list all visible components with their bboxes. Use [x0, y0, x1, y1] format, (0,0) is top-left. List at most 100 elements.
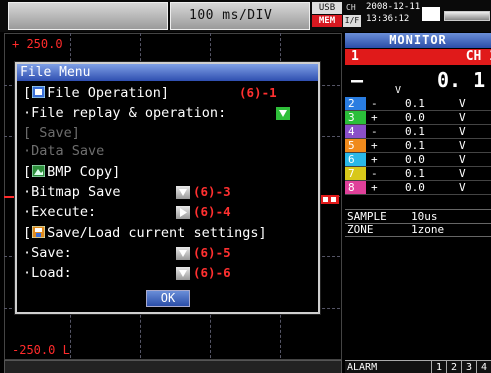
execute-ref: (6)-4: [193, 204, 231, 219]
settings-save-dropdown-icon[interactable]: [176, 247, 190, 260]
file-replay-label: ·File replay & operation:: [23, 105, 227, 121]
channel-number: 7: [345, 167, 366, 180]
channel-unit: V: [459, 111, 466, 124]
bmp-copy-icon: [32, 165, 46, 177]
channel-number: 5: [345, 139, 366, 152]
channel-value: 0.0: [405, 181, 425, 194]
date-display: 2008-12-11: [366, 2, 421, 12]
channel-unit: V: [459, 139, 466, 152]
channel-row[interactable]: 8 + 0.0 V: [345, 181, 491, 195]
settings-load-dropdown-icon[interactable]: [176, 267, 190, 280]
file-menu-dialog: File Menu [File Operation] (6)-1 ·File r…: [14, 61, 321, 315]
alarm-cell: 3: [461, 361, 476, 373]
time-display: 13:36:12: [366, 14, 410, 24]
file-menu-title: File Menu: [17, 64, 318, 81]
channel-unit: V: [459, 181, 466, 194]
monitor-title: MONITOR: [345, 33, 491, 48]
channel-value: 0.1: [405, 139, 425, 152]
channel-number: 8: [345, 181, 366, 194]
ch-badge: CH: [346, 3, 356, 12]
channel-sign: +: [371, 181, 378, 194]
channel-1-value: 0. 1: [437, 68, 486, 92]
monitor-panel: MONITOR 1 CH 1 — 0. 1 V 2 - 0.1 V 3 + 0.…: [345, 33, 491, 359]
file-operation-section: [File Operation]: [23, 84, 169, 102]
channel-number: 2: [345, 97, 366, 110]
channel-unit: V: [459, 125, 466, 138]
file-replay-dropdown-icon[interactable]: [276, 107, 290, 120]
channel-sign: +: [371, 153, 378, 166]
data-save-row: ·Data Save: [23, 142, 104, 160]
bracket-open: [: [23, 225, 32, 241]
bitmap-save-row[interactable]: ·Bitmap Save: [23, 183, 121, 201]
execute-row[interactable]: ·Execute:: [23, 203, 96, 221]
bmp-copy-label: BMP Copy]: [47, 164, 121, 180]
channel-unit: V: [459, 153, 466, 166]
channel-row[interactable]: 5 + 0.1 V: [345, 139, 491, 153]
interface-badge: I/F: [343, 15, 361, 27]
zone-value: 1zone: [411, 223, 445, 236]
settings-save-label: ·Save:: [23, 245, 72, 261]
sample-row: SAMPLE 10us: [345, 209, 491, 224]
file-operation-ref: (6)-1: [239, 85, 277, 100]
channel-value: 0.0: [405, 153, 425, 166]
channel-value: 0.1: [405, 167, 425, 180]
file-replay-row[interactable]: ·File replay & operation:: [23, 104, 226, 122]
channel-value: 0.1: [405, 97, 425, 110]
channel-1-number: 1: [351, 49, 359, 64]
sampling-rate-text: 100 ms/DIV: [189, 8, 273, 23]
channel-1-header[interactable]: 1 CH 1: [345, 49, 491, 65]
logger-screen: 100 ms/DIV USB MEM CH I/F 2008-12-11 13:…: [0, 0, 491, 373]
bitmap-save-ref: (6)-3: [193, 184, 231, 199]
channel-1-unit: V: [395, 85, 402, 96]
settings-load-row[interactable]: ·Load:: [23, 264, 72, 282]
mem-badge: MEM: [312, 15, 342, 27]
bracket-open: [: [23, 164, 32, 180]
settings-save-load-icon: [32, 226, 46, 238]
settings-load-ref: (6)-6: [193, 265, 231, 280]
file-operation-icon: [32, 86, 46, 98]
channel-1-reading: — 0. 1: [345, 66, 491, 96]
channel-sign: +: [371, 111, 378, 124]
channel-row[interactable]: 7 - 0.1 V: [345, 167, 491, 181]
channel-unit: V: [459, 167, 466, 180]
channel-value: 0.1: [405, 125, 425, 138]
zone-row: ZONE 1zone: [345, 223, 491, 237]
usb-badge: USB: [312, 2, 342, 14]
execute-play-icon[interactable]: [176, 206, 190, 219]
trace-position-marker-icon[interactable]: [321, 195, 339, 204]
sampling-rate-display[interactable]: 100 ms/DIV: [170, 2, 310, 30]
channel-1-name: CH 1: [465, 49, 491, 64]
channel-row[interactable]: 3 + 0.0 V: [345, 111, 491, 125]
channel-number: 4: [345, 125, 366, 138]
top-status-bar: 100 ms/DIV USB MEM CH I/F 2008-12-11 13:…: [0, 0, 491, 32]
zone-label: ZONE: [347, 223, 374, 236]
channel-sign: -: [371, 97, 378, 110]
bracket-open: [: [23, 85, 32, 101]
status-panel: [8, 2, 168, 30]
channel-value: 0.0: [405, 111, 425, 124]
level-bar-icon: [444, 11, 490, 21]
channel-row[interactable]: 4 - 0.1 V: [345, 125, 491, 139]
save-section-disabled: [ Save]: [23, 124, 80, 142]
channel-unit: V: [459, 97, 466, 110]
settings-save-row[interactable]: ·Save:: [23, 244, 72, 262]
ok-button[interactable]: OK: [146, 290, 190, 307]
bmp-copy-section: [ BMP Copy]: [23, 163, 120, 181]
channel-sign: +: [371, 139, 378, 152]
alarm-bar: ALARM 1 2 3 4: [345, 360, 491, 373]
scale-lower-label: -250.0 L: [12, 343, 70, 357]
channel-sign: -: [371, 167, 378, 180]
bottom-status-bar: [4, 360, 342, 373]
channel-1-sign: —: [351, 68, 364, 92]
channel-row[interactable]: 2 - 0.1 V: [345, 97, 491, 111]
scale-upper-label: + 250.0: [12, 37, 63, 51]
channel-row[interactable]: 6 + 0.0 V: [345, 153, 491, 167]
bitmap-save-dropdown-icon[interactable]: [176, 186, 190, 199]
channel-sign: -: [371, 125, 378, 138]
data-save-label: ·Data Save: [23, 143, 105, 159]
alarm-cell: 4: [476, 361, 491, 373]
settings-load-label: ·Load:: [23, 265, 72, 281]
settings-label: Save/Load current settings]: [47, 225, 267, 241]
save-disabled-label: [ Save]: [23, 125, 80, 141]
alarm-cell: 2: [446, 361, 461, 373]
